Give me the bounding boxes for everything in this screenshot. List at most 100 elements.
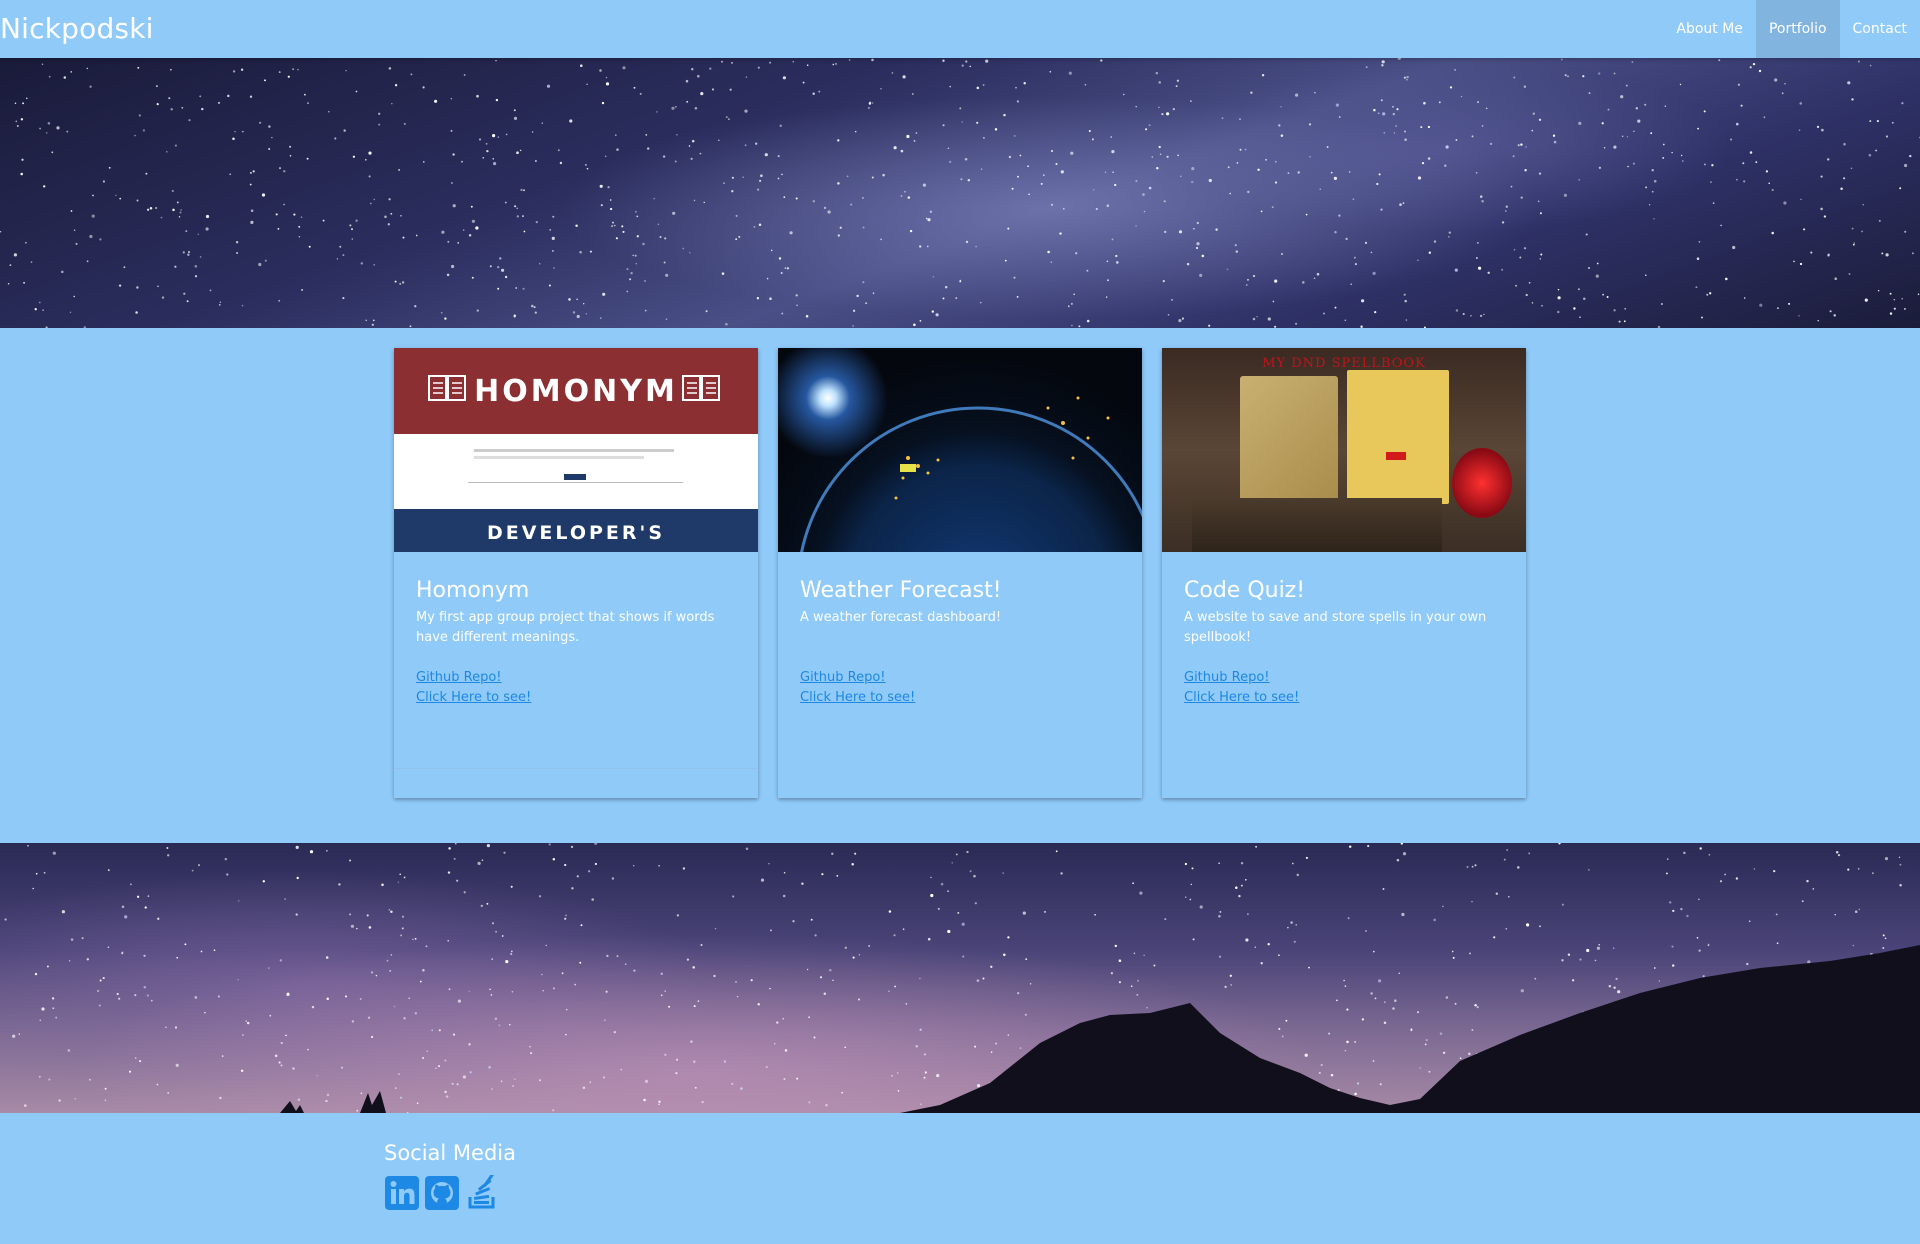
star [967, 178, 971, 182]
github-repo-link[interactable]: Github Repo! [416, 668, 736, 688]
card-action [394, 768, 758, 798]
star [351, 228, 353, 231]
star [1193, 228, 1195, 230]
star [451, 182, 453, 184]
nav-contact[interactable]: Contact [1840, 0, 1920, 58]
star [1014, 135, 1016, 137]
star [1899, 187, 1902, 190]
star [1381, 60, 1385, 64]
star [900, 194, 903, 197]
star [759, 179, 762, 182]
star [1438, 101, 1441, 104]
star [1477, 242, 1479, 244]
star [1541, 304, 1543, 307]
star [1736, 122, 1739, 126]
star [300, 216, 303, 219]
nav-portfolio[interactable]: Portfolio [1755, 0, 1840, 58]
star [1749, 66, 1752, 69]
github-repo-link[interactable]: Github Repo! [800, 668, 1120, 688]
star [1199, 273, 1203, 277]
live-site-link[interactable]: Click Here to see! [1184, 688, 1504, 708]
star [1023, 82, 1026, 85]
star [1763, 116, 1766, 119]
github-icon[interactable] [424, 1175, 460, 1211]
star [63, 76, 67, 79]
star [138, 114, 141, 117]
star [599, 69, 602, 72]
star [1172, 107, 1175, 111]
star [298, 235, 301, 238]
star [1278, 124, 1281, 127]
star [770, 249, 773, 252]
star [522, 215, 524, 218]
star [1578, 178, 1581, 181]
star [1050, 149, 1054, 153]
star [1445, 145, 1449, 149]
live-site-link[interactable]: Click Here to see! [800, 688, 1120, 708]
star [942, 59, 945, 62]
linkedin-icon[interactable] [384, 1175, 420, 1211]
card-description: A website to save and store spells in yo… [1184, 610, 1487, 645]
star [764, 153, 768, 157]
star [1397, 58, 1401, 60]
nav-about-me[interactable]: About Me [1663, 0, 1756, 58]
star [1403, 130, 1407, 133]
star [689, 252, 691, 254]
star [478, 138, 482, 141]
star [1538, 118, 1542, 121]
star [1236, 162, 1239, 164]
star [548, 284, 551, 287]
star [1135, 225, 1137, 227]
star [1710, 181, 1712, 183]
star [394, 84, 398, 87]
star [1111, 238, 1114, 241]
star [1374, 310, 1377, 314]
github-link[interactable] [424, 1175, 460, 1211]
star [1840, 187, 1843, 191]
star [501, 268, 505, 272]
star [1252, 317, 1256, 321]
star [902, 75, 906, 79]
star [976, 121, 979, 124]
star [852, 309, 856, 312]
star [925, 217, 928, 220]
footer: Social Media [0, 1113, 1920, 1244]
star [580, 64, 583, 67]
star [1297, 171, 1300, 174]
star [980, 168, 983, 170]
brand-logo[interactable]: Nickpodski [0, 10, 154, 48]
star [1460, 95, 1463, 98]
star [275, 213, 278, 216]
social-links [384, 1175, 500, 1211]
star [25, 241, 27, 244]
star [1823, 215, 1827, 218]
star [172, 208, 175, 212]
star [1260, 210, 1263, 213]
star [919, 319, 922, 322]
star [961, 64, 964, 67]
stackoverflow-icon[interactable] [464, 1175, 500, 1211]
star [634, 254, 637, 257]
star [1583, 297, 1586, 301]
stackoverflow-link[interactable] [464, 1175, 500, 1211]
live-site-link[interactable]: Click Here to see! [416, 688, 736, 708]
linkedin-link[interactable] [384, 1175, 420, 1211]
navbar: Nickpodski About Me Portfolio Contact [0, 0, 1920, 58]
star [1709, 292, 1712, 295]
star [546, 84, 551, 88]
github-repo-link[interactable]: Github Repo! [1184, 668, 1504, 688]
star [725, 116, 728, 119]
star [656, 111, 658, 113]
star [1155, 71, 1159, 75]
star [854, 130, 857, 133]
star [232, 137, 235, 140]
star [959, 107, 962, 110]
star [306, 157, 309, 160]
star [1406, 75, 1409, 79]
star [365, 319, 367, 322]
card-description: My first app group project that shows if… [416, 610, 715, 645]
star [1423, 326, 1426, 328]
star [812, 92, 815, 95]
star [1633, 130, 1635, 133]
star [850, 203, 853, 206]
